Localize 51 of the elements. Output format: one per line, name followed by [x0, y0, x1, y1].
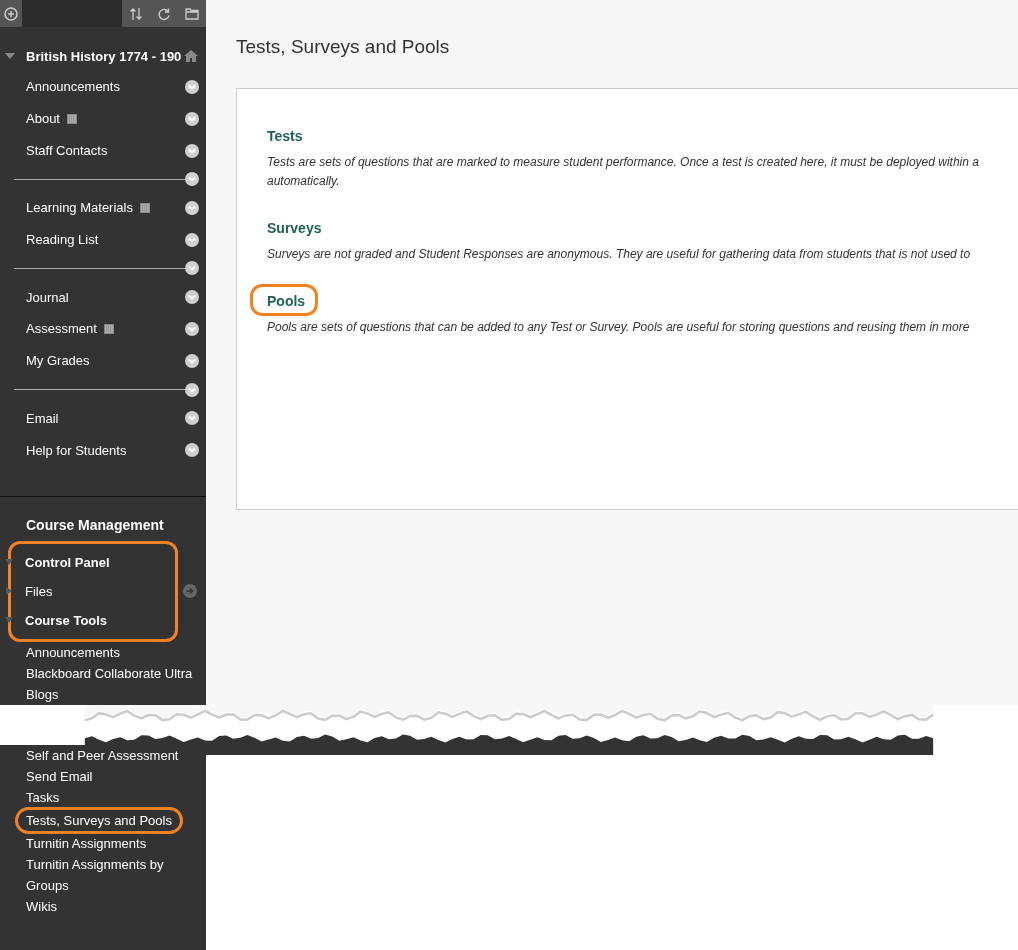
expand-triangle-icon[interactable] [5, 616, 13, 625]
menu-item[interactable]: Course Tools [25, 612, 108, 628]
menu-item[interactable]: My Grades [26, 353, 90, 369]
tool-link[interactable]: Blackboard Collaborate Ultra [26, 662, 193, 684]
chevron-down-icon[interactable] [185, 172, 199, 187]
section-description: Pools are sets of questions that can be added to any Test or Survey. Pools are useful for storing questions and reusing them in more [267, 319, 971, 336]
menu-item[interactable]: Announcements [26, 79, 120, 95]
tool-link[interactable]: Wikis [26, 896, 58, 917]
menu-item[interactable]: Assessment [26, 321, 97, 337]
chevron-down-icon[interactable] [185, 290, 199, 305]
chevron-down-icon[interactable] [185, 443, 199, 458]
section-link[interactable]: Pools [250, 284, 319, 316]
menu-item[interactable]: Files [25, 583, 53, 599]
section-link[interactable]: Surveys [264, 211, 335, 243]
chevron-down-icon[interactable] [185, 353, 199, 368]
section-link[interactable]: Tests [264, 119, 316, 151]
tool-link[interactable]: Tests, Surveys and Pools [18, 810, 180, 831]
menu-item[interactable]: Journal [26, 289, 69, 305]
chevron-down-icon[interactable] [185, 321, 199, 336]
chevron-down-icon[interactable] [185, 200, 199, 215]
course-title[interactable]: British History 1774 - 190 [26, 48, 182, 64]
expand-triangle-icon[interactable] [5, 587, 13, 596]
chevron-down-icon[interactable] [185, 111, 199, 126]
page-title: Tests, Surveys and Pools [236, 36, 451, 58]
tool-link[interactable]: Announcements [26, 641, 120, 663]
home-icon[interactable] [184, 50, 198, 63]
chevron-down-icon[interactable] [185, 232, 199, 247]
expand-triangle-icon[interactable] [5, 558, 13, 567]
menu-item[interactable]: Reading List [26, 232, 99, 248]
section-description: Tests are sets of questions that are marked to measure student performance. Once a test is created here, it must be deployed within a automatically. [267, 154, 980, 190]
tool-link[interactable]: Send Email [26, 766, 93, 787]
tool-link[interactable]: Turnitin Assignments [26, 833, 147, 854]
menu-item[interactable]: Email [26, 410, 59, 426]
tool-link[interactable]: Blogs [26, 683, 59, 705]
menu-item[interactable]: About [26, 111, 60, 127]
tool-link[interactable]: Tasks [26, 787, 60, 808]
tool-link[interactable]: Turnitin Assignments by Groups [26, 854, 201, 896]
expand-triangle-icon[interactable] [4, 52, 16, 61]
menu-item[interactable]: Help for Students [26, 442, 127, 458]
chevron-down-icon[interactable] [185, 143, 199, 158]
menu-item[interactable]: Staff Contacts [26, 143, 108, 158]
chevron-down-icon[interactable] [185, 382, 199, 397]
section-description: Surveys are not graded and Student Responses are anonymous. They are useful for gathering data from students that is not used to [267, 246, 972, 263]
chevron-down-icon[interactable] [185, 411, 199, 426]
tool-link[interactable]: Self and Peer Assessment [26, 745, 179, 766]
section-heading: Course Management [25, 515, 165, 533]
add-icon[interactable] [0, 0, 22, 28]
menu-item[interactable]: Control Panel [25, 554, 110, 570]
menu-item[interactable]: Learning Materials [26, 200, 133, 216]
chevron-down-icon[interactable] [185, 79, 199, 94]
chevron-down-icon[interactable] [185, 261, 199, 276]
